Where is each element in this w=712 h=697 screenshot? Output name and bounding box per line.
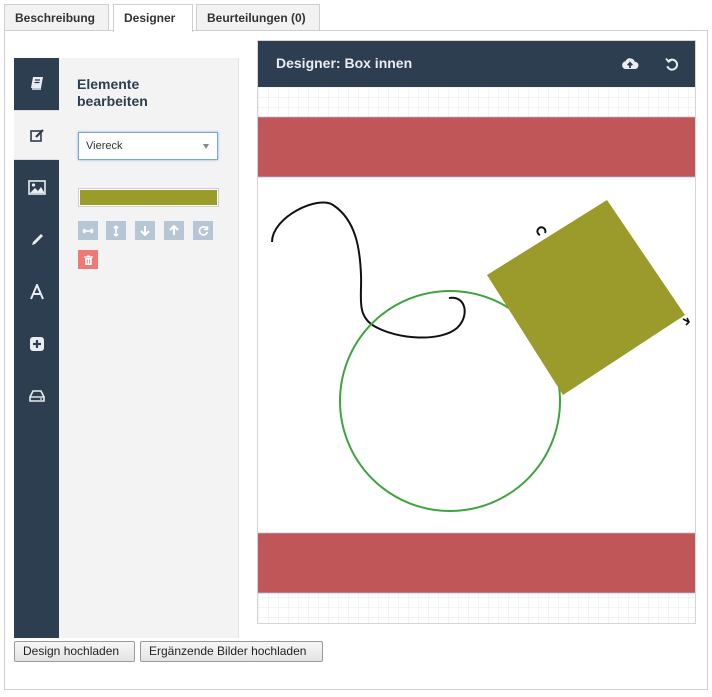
tool-sidebar bbox=[14, 58, 59, 638]
undo-icon[interactable] bbox=[662, 54, 682, 74]
design-canvas[interactable] bbox=[258, 87, 695, 623]
designer-panel: Designer: Box innen bbox=[257, 40, 696, 624]
edit-elements-panel: Elemente bearbeiten Viereck bbox=[59, 58, 239, 638]
trash-icon[interactable] bbox=[78, 250, 98, 269]
arrows-v-icon[interactable] bbox=[106, 221, 126, 240]
edit-icon[interactable] bbox=[14, 110, 59, 160]
designer-title: Designer: Box innen bbox=[276, 55, 413, 71]
extra-images-upload-button[interactable]: Ergänzende Bilder hochladen bbox=[140, 641, 323, 662]
red-band-top bbox=[258, 117, 695, 177]
arrows-h-icon[interactable] bbox=[78, 221, 98, 240]
hdd-icon[interactable] bbox=[14, 371, 59, 421]
red-band-bottom bbox=[258, 533, 695, 593]
arrow-up-icon[interactable] bbox=[164, 221, 184, 240]
chevron-down-icon bbox=[203, 144, 209, 149]
fill-color-swatch bbox=[80, 190, 217, 205]
arrow-down-icon[interactable] bbox=[135, 221, 155, 240]
shape-select-value: Viereck bbox=[86, 140, 123, 152]
image-icon[interactable] bbox=[14, 162, 59, 212]
fill-color-picker[interactable] bbox=[78, 188, 219, 207]
book-icon[interactable] bbox=[14, 58, 59, 108]
tab-beschreibung[interactable]: Beschreibung bbox=[4, 4, 109, 30]
edit-panel-title: Elemente bearbeiten bbox=[77, 76, 148, 109]
cloud-upload-icon[interactable] bbox=[620, 54, 640, 74]
design-upload-button[interactable]: Design hochladen bbox=[14, 641, 135, 662]
refresh-icon[interactable] bbox=[193, 221, 213, 240]
pencil-icon[interactable] bbox=[14, 215, 59, 265]
shape-select[interactable]: Viereck bbox=[78, 132, 218, 160]
tab-designer[interactable]: Designer bbox=[113, 4, 193, 32]
tab-beurteilungen[interactable]: Beurteilungen (0) bbox=[196, 4, 320, 30]
add-icon[interactable] bbox=[14, 319, 59, 369]
designer-header: Designer: Box innen bbox=[258, 41, 695, 87]
text-icon[interactable] bbox=[14, 267, 59, 317]
